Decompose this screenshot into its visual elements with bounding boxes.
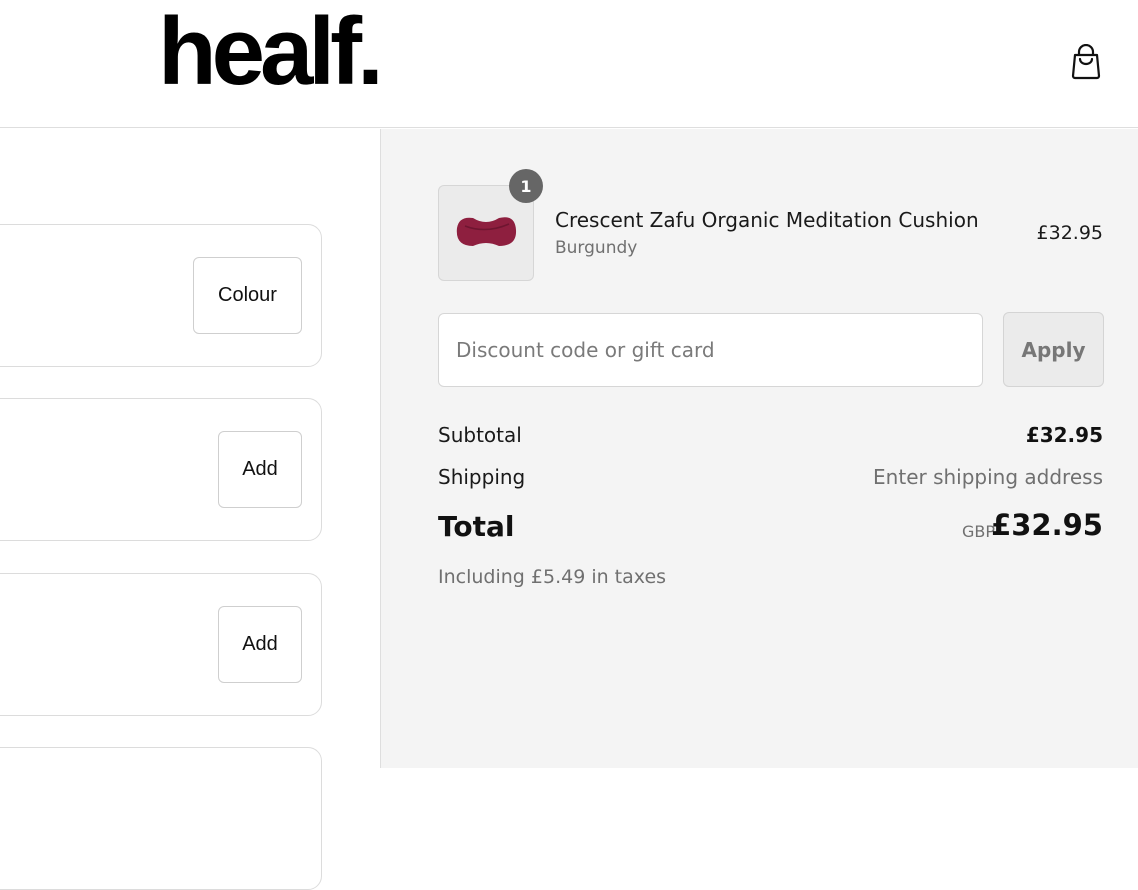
currency-code: GBP	[961, 522, 995, 541]
product-variant: Burgundy	[555, 238, 638, 258]
option-card-colour: Colour	[0, 224, 322, 367]
product-name: Crescent Zafu Organic Meditation Cushion	[555, 208, 979, 232]
checkout-main: Colour Add Add	[0, 129, 380, 890]
apply-discount-button[interactable]: Apply	[1003, 312, 1104, 387]
total-label: Total	[438, 510, 515, 543]
add-button-2[interactable]: Add	[218, 606, 302, 683]
subtotal-label: Subtotal	[438, 423, 522, 447]
shipping-label: Shipping	[438, 465, 526, 489]
product-price: £32.95	[1036, 222, 1103, 244]
colour-button[interactable]: Colour	[193, 257, 302, 334]
add-button-1[interactable]: Add	[218, 431, 302, 508]
option-card-add-2: Add	[0, 573, 322, 716]
quantity-badge: 1	[509, 169, 543, 203]
subtotal-value: £32.95	[1025, 423, 1103, 447]
taxes-note: Including £5.49 in taxes	[438, 566, 667, 588]
total-value: £32.95	[991, 508, 1103, 542]
discount-code-input[interactable]	[438, 313, 983, 387]
healf-logo[interactable]: healf.	[158, 4, 384, 100]
site-header: healf.	[0, 0, 1138, 128]
option-card-add-1: Add	[0, 398, 322, 541]
shipping-value: Enter shipping address	[873, 465, 1103, 489]
option-card-4	[0, 747, 322, 890]
shopping-bag-icon[interactable]	[1070, 44, 1102, 80]
order-summary: 1 Crescent Zafu Organic Meditation Cushi…	[381, 129, 1138, 768]
